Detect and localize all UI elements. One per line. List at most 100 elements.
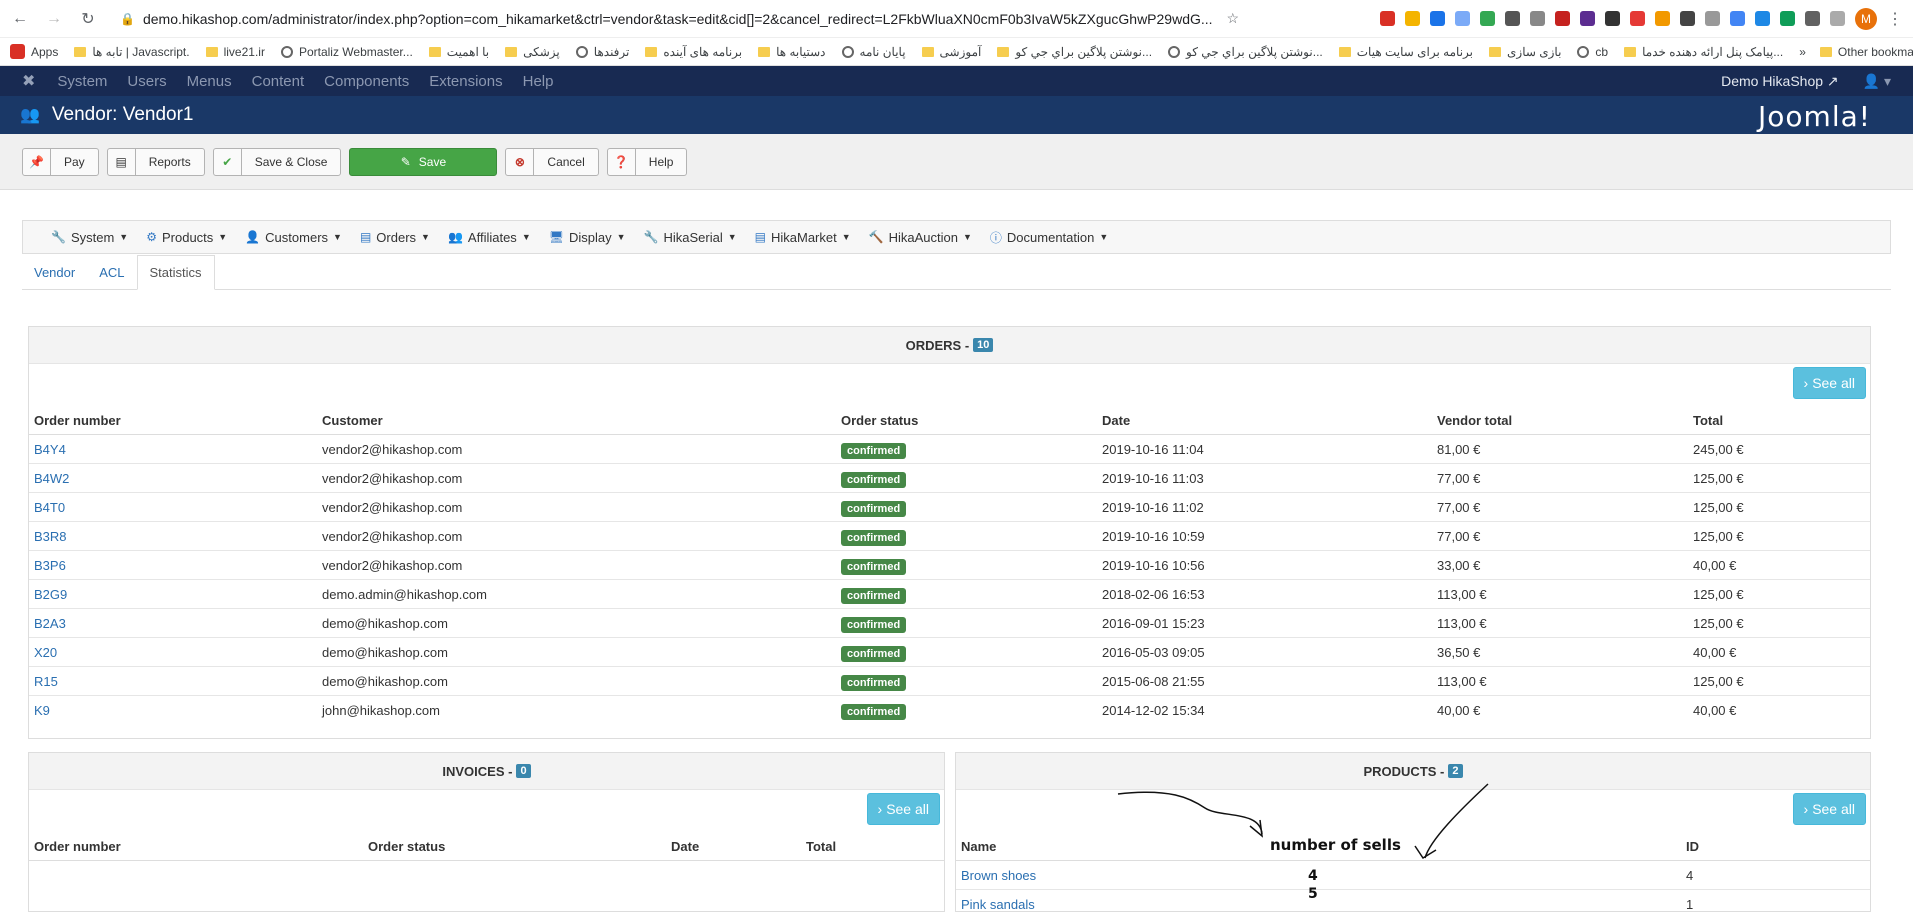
product-name-link[interactable]: Brown shoes (961, 868, 1036, 883)
order-number-link[interactable]: B4T0 (34, 500, 65, 515)
orders-see-all-button[interactable]: › See all (1792, 367, 1866, 399)
admin-menu-components[interactable]: Components (324, 73, 409, 90)
bookmark-item[interactable]: پیامک پنل ارائه دهنده خدما... (1624, 45, 1783, 59)
pay-button[interactable]: 📌 Pay (22, 147, 99, 176)
bookmark-item[interactable]: Portaliz Webmaster... (280, 45, 413, 59)
reports-button[interactable]: ▤ Reports (106, 147, 205, 176)
extension-icon[interactable] (1380, 11, 1395, 26)
extension-icon[interactable] (1830, 11, 1845, 26)
joomla-logo-icon[interactable]: ✖ (22, 71, 35, 91)
bookmark-item[interactable]: پایان نامه (841, 45, 906, 59)
column-header: Vendor total (1432, 405, 1688, 435)
save-close-button[interactable]: ✔ Save & Close (212, 147, 342, 176)
order-number-link[interactable]: B4Y4 (34, 442, 66, 457)
save-button[interactable]: ✎ Save (349, 147, 498, 176)
extension-icon[interactable] (1630, 11, 1645, 26)
admin-menu-users[interactable]: Users (127, 73, 166, 90)
bookmark-item[interactable]: cb (1577, 45, 1608, 59)
star-icon[interactable]: ☆ (1227, 10, 1240, 27)
hika-menu-hikaauction[interactable]: 🔨 HikaAuction ▼ (869, 230, 972, 245)
admin-menu-system[interactable]: System (57, 73, 107, 90)
tab-vendor[interactable]: Vendor (22, 255, 87, 289)
status-badge: confirmed (841, 500, 907, 517)
other-bookmarks[interactable]: Other bookmarks (1819, 45, 1913, 59)
bookmark-item[interactable]: پزشکی (505, 45, 560, 59)
order-number-link[interactable]: B4W2 (34, 471, 69, 486)
back-icon[interactable]: ← (10, 9, 30, 29)
order-number-link[interactable]: B3R8 (34, 529, 67, 544)
admin-menu-content[interactable]: Content (252, 73, 305, 90)
extension-icon[interactable] (1555, 11, 1570, 26)
bookmark-item[interactable]: تابه ها | Javascript. (74, 45, 190, 59)
bookmark-item[interactable]: برنامه براى سايت هيات (1338, 45, 1473, 59)
invoices-see-all-button[interactable]: › See all (866, 793, 940, 825)
admin-menu-menus[interactable]: Menus (187, 73, 232, 90)
order-number-link[interactable]: R15 (34, 674, 58, 689)
cell-text: john@hikashop.com (322, 702, 440, 718)
order-number-link[interactable]: K9 (34, 703, 50, 718)
extension-icon[interactable] (1530, 11, 1545, 26)
hika-menu-customers[interactable]: 👤 Customers ▼ (245, 230, 342, 245)
hika-menu-documentation[interactable]: ⓘ Documentation ▼ (990, 229, 1108, 246)
tab-acl[interactable]: ACL (87, 255, 136, 289)
admin-menu-extensions[interactable]: Extensions (429, 73, 502, 90)
address-bar[interactable]: 🔒 demo.hikashop.com/administrator/index.… (112, 5, 1366, 33)
extension-icon[interactable] (1605, 11, 1620, 26)
products-see-all-button[interactable]: › See all (1792, 793, 1866, 825)
order-number-link[interactable]: B2G9 (34, 587, 67, 602)
user-menu-icon[interactable]: 👤 ▾ (1863, 73, 1891, 90)
hika-menu-products[interactable]: ⚙ Products ▼ (146, 230, 227, 245)
help-button[interactable]: ❓ Help (606, 147, 688, 176)
tab-statistics[interactable]: Statistics (136, 255, 215, 290)
hika-menu-hikaserial[interactable]: 🔧 HikaSerial ▼ (644, 230, 737, 245)
bookmark-label: نوشتن پلاگین براي جي کو... (1186, 44, 1323, 59)
hika-menu-affiliates[interactable]: 👥 Affiliates ▼ (448, 230, 531, 245)
bookmark-item[interactable]: live21.ir (205, 45, 265, 59)
table-row: Pink sandals 1 (956, 889, 1870, 919)
bookmark-item[interactable]: Apps (10, 44, 58, 59)
extension-icon[interactable] (1680, 11, 1695, 26)
order-number-link[interactable]: B2A3 (34, 616, 66, 631)
bookmark-item[interactable]: نوشتن پلاگین براي جي کو... (1168, 45, 1323, 59)
table-cell: 125,00 € (1688, 492, 1870, 522)
reload-icon[interactable]: ↻ (78, 9, 98, 29)
hika-menu-hikamarket[interactable]: ▤ HikaMarket ▼ (755, 230, 851, 245)
hika-menu-orders[interactable]: ▤ Orders ▼ (360, 230, 430, 245)
bookmark-item[interactable]: نوشتن پلاگین براي جي کو... (997, 45, 1152, 59)
extension-icon[interactable] (1755, 11, 1770, 26)
bookmark-item[interactable]: ترفندها (575, 45, 629, 59)
extension-icon[interactable] (1655, 11, 1670, 26)
bookmark-item[interactable]: بازی سازی (1489, 45, 1561, 59)
url-text[interactable]: demo.hikashop.com/administrator/index.ph… (143, 11, 1213, 27)
profile-avatar[interactable]: M (1855, 7, 1877, 30)
extension-icon[interactable] (1455, 11, 1470, 26)
bookmark-item[interactable]: آموزشی (921, 45, 981, 59)
hika-menu-system[interactable]: 🔧 System ▼ (51, 230, 128, 245)
cancel-button[interactable]: ⊗ Cancel (505, 147, 599, 176)
extension-icon[interactable] (1780, 11, 1795, 26)
bookmark-item[interactable]: دستیابه ها (758, 45, 826, 59)
order-number-link[interactable]: X20 (34, 645, 57, 660)
extension-icon[interactable] (1480, 11, 1495, 26)
extension-icon[interactable] (1730, 11, 1745, 26)
admin-menu-help[interactable]: Help (523, 73, 554, 90)
kebab-menu-icon[interactable]: ⋮ (1887, 9, 1903, 29)
bookmark-item[interactable]: با اهمیت (428, 45, 489, 59)
extension-icon[interactable] (1805, 11, 1820, 26)
more-bookmarks-icon[interactable]: » (1799, 45, 1806, 59)
bookmark-item[interactable]: برنامه های آینده (645, 45, 742, 59)
folder-icon (921, 46, 934, 57)
product-name-link[interactable]: Pink sandals (961, 897, 1035, 912)
site-link[interactable]: Demo HikaShop ↗ (1721, 73, 1839, 90)
caret-down-icon: ▼ (421, 232, 430, 242)
extension-icon[interactable] (1405, 11, 1420, 26)
extension-icon[interactable] (1580, 11, 1595, 26)
forward-icon[interactable]: → (44, 9, 64, 29)
extension-icon[interactable] (1430, 11, 1445, 26)
hika-menu-display[interactable]: 🖥 Display ▼ (549, 230, 626, 245)
extension-icon[interactable] (1705, 11, 1720, 26)
lock-icon: 🔒 (120, 11, 135, 26)
table-cell: john@hikashop.com (317, 695, 836, 725)
order-number-link[interactable]: B3P6 (34, 558, 66, 573)
extension-icon[interactable] (1505, 11, 1520, 26)
